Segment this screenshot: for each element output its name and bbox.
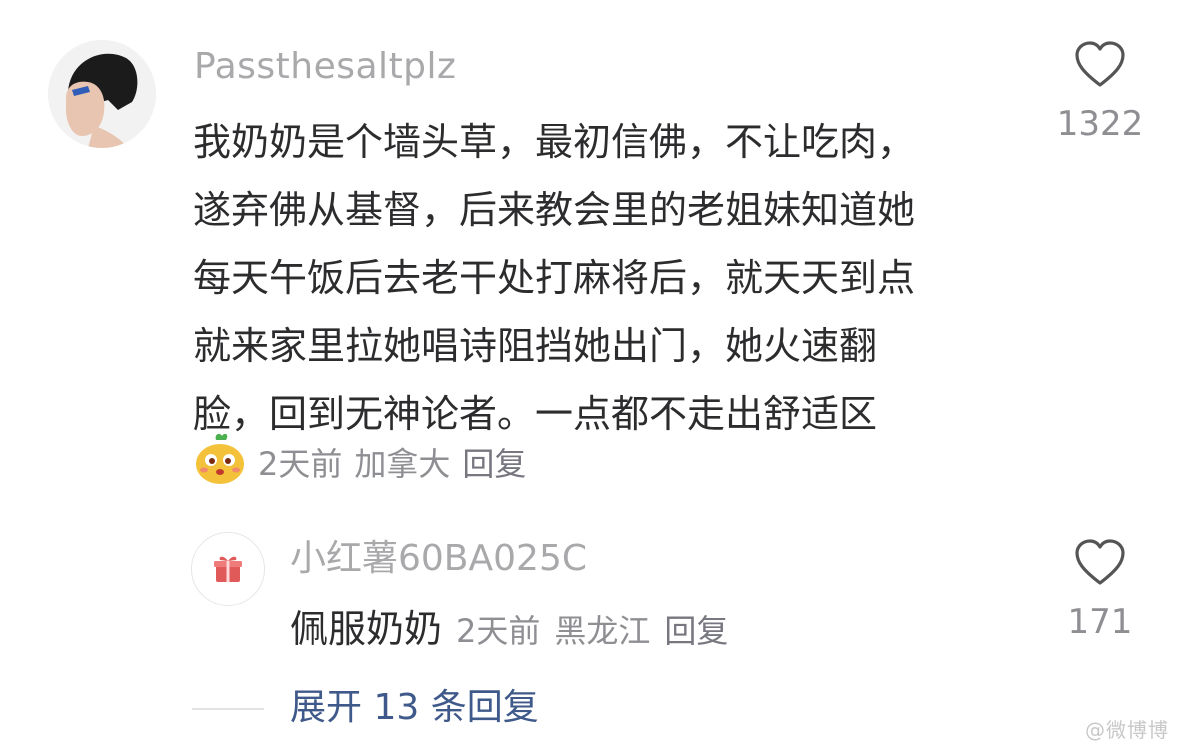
reply-like-button[interactable]: 171: [1050, 538, 1150, 642]
comment-username[interactable]: Passthesaltplz: [194, 44, 456, 90]
reply-location: 黑龙江: [554, 612, 651, 650]
reply-body: 佩服奶奶: [290, 607, 443, 651]
cartoon-sticker-icon: [194, 430, 246, 494]
reply-time: 2天前: [456, 612, 541, 650]
gift-box-icon: [214, 556, 242, 582]
watermark: @微博博: [1085, 718, 1169, 742]
comment-body: 我奶奶是个墙头草，最初信佛，不让吃肉， 遂弃佛从基督，后来教会里的老姐妹知道她 …: [193, 120, 916, 436]
heart-outline-icon: [1075, 539, 1125, 585]
reply-reply-button[interactable]: 回复: [664, 606, 728, 652]
reply-user-avatar[interactable]: [191, 532, 265, 606]
comment-location: 加拿大: [354, 445, 451, 483]
heart-outline-icon: [1075, 41, 1125, 87]
reply-button[interactable]: 回复: [462, 439, 526, 485]
reply-content-row: 佩服奶奶 2天前 黑龙江 回复: [290, 598, 728, 653]
avatar-photo: [48, 40, 156, 148]
comment-like-count: 1322: [1056, 104, 1144, 144]
comment-meta: 2天前 加拿大 回复: [194, 432, 526, 492]
user-avatar[interactable]: [48, 40, 156, 148]
expand-replies-button[interactable]: 展开 13 条回复: [290, 684, 539, 732]
comment-time: 2天前: [258, 445, 343, 483]
expand-divider: [192, 708, 264, 710]
reply-username[interactable]: 小红薯60BA025C: [290, 537, 587, 581]
comment-like-button[interactable]: 1322: [1050, 40, 1150, 144]
reply-like-count: 171: [1067, 602, 1133, 642]
